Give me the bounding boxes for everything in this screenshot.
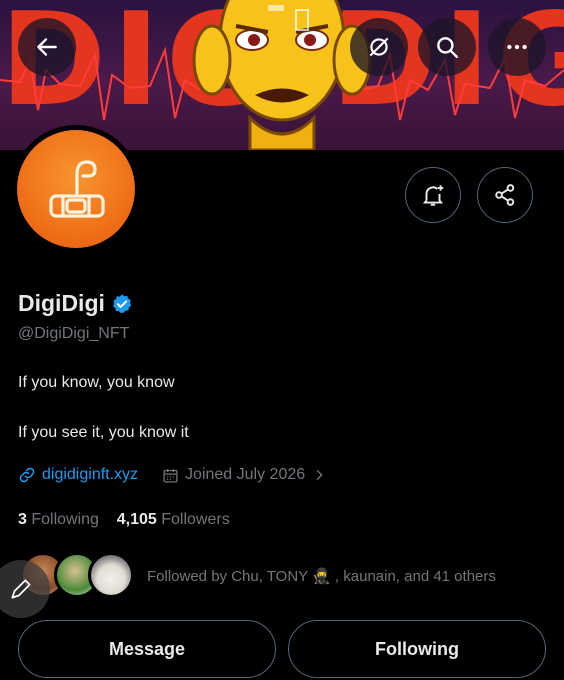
follow-counts: 3 Following 4,105 Followers	[18, 511, 230, 529]
following-link[interactable]: 3 Following	[18, 511, 99, 528]
message-button[interactable]: Message	[18, 620, 276, 678]
bio-line-2: If you see it, you know it	[18, 424, 189, 441]
more-button[interactable]	[488, 18, 546, 76]
verified-badge-icon[interactable]	[111, 293, 133, 315]
joined-date: Joined July 2026	[185, 466, 306, 483]
followers-link[interactable]: 4,105 Followers	[117, 511, 230, 528]
followed-by-text[interactable]: Followed by Chu, TONY 🥷 , kaunain, and 4…	[147, 567, 496, 585]
link-icon	[19, 467, 35, 483]
handle: @DigiDigi_NFT	[18, 325, 130, 342]
hidden-eye-icon	[369, 37, 389, 57]
display-name-text: DigiDigi	[18, 290, 105, 316]
digidigi-logo-icon	[49, 160, 105, 218]
hidden-button[interactable]	[350, 18, 408, 76]
following-label: Following	[31, 511, 99, 528]
followers-count: 4,105	[116, 511, 157, 528]
profile-meta: digidiginft.xyz Joined July 2026	[18, 466, 327, 484]
avatar[interactable]	[12, 125, 140, 253]
share-button[interactable]	[477, 167, 533, 223]
chevron-right-icon[interactable]	[311, 467, 327, 483]
back-button[interactable]	[18, 18, 76, 76]
following-button[interactable]: Following	[288, 620, 546, 678]
bell-plus-icon	[422, 185, 444, 206]
notifications-button[interactable]	[405, 167, 461, 223]
calendar-icon	[163, 468, 178, 483]
followers-label: Followers	[161, 511, 230, 528]
display-name: DigiDigi	[18, 290, 133, 317]
compose-icon	[11, 579, 31, 599]
avatar-image	[17, 130, 135, 248]
follower-avatar[interactable]	[88, 552, 134, 598]
more-icon	[507, 44, 527, 50]
website-link[interactable]: digidiginft.xyz	[42, 466, 138, 484]
bio-line-1: If you know, you know	[18, 374, 175, 391]
search-icon	[437, 37, 458, 58]
back-arrow-icon	[37, 38, 57, 56]
share-icon	[495, 184, 515, 206]
following-count: 3	[18, 511, 27, 528]
compose-button[interactable]	[0, 560, 50, 618]
search-button[interactable]	[418, 18, 476, 76]
